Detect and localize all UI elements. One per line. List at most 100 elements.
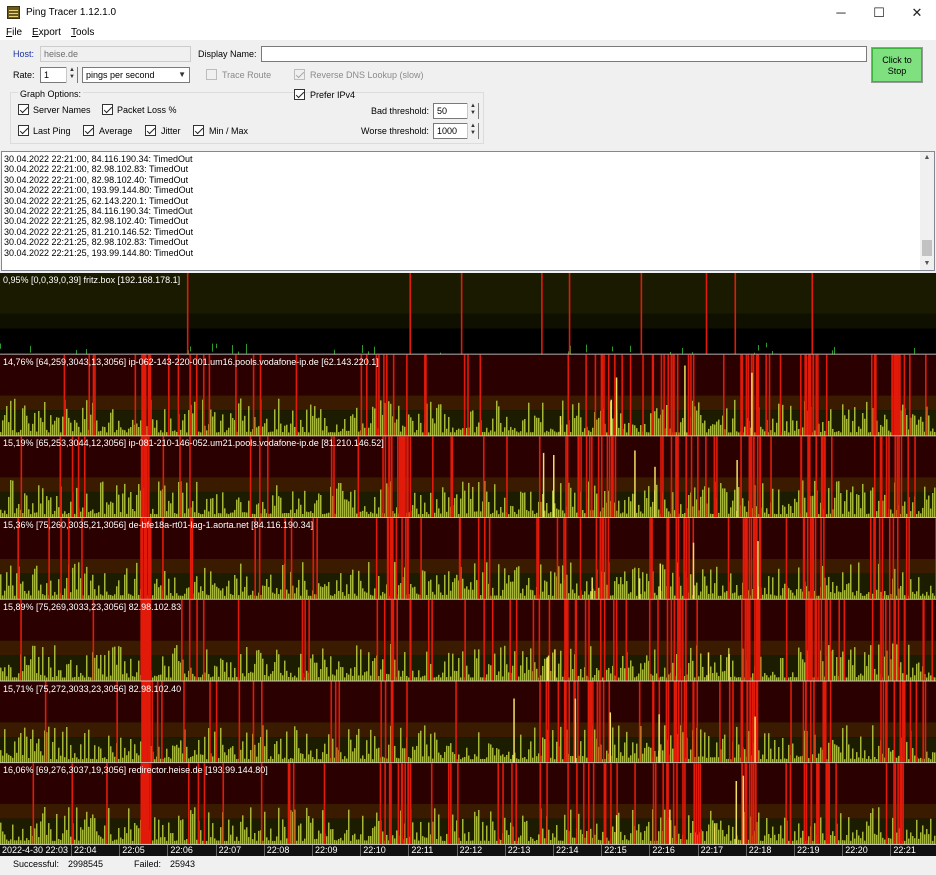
- spin-down-icon[interactable]: ▼: [67, 74, 77, 81]
- minimize-button[interactable]: ─: [822, 0, 860, 26]
- ping-bar: [526, 820, 528, 845]
- ping-bar: [914, 415, 916, 437]
- ping-bar: [890, 509, 892, 519]
- ping-bar: [368, 652, 370, 682]
- scroll-thumb[interactable]: [922, 240, 932, 256]
- timeout-bar: [749, 681, 751, 764]
- min-max-checkbox[interactable]: [193, 125, 204, 136]
- ping-bar: [134, 823, 136, 845]
- prefer-ipv4-checkbox[interactable]: [294, 89, 305, 100]
- spin-up-icon[interactable]: ▲: [468, 123, 478, 130]
- ping-bar: [914, 755, 916, 764]
- ping-bar: [362, 345, 363, 353]
- ping-bar: [280, 738, 282, 764]
- ping-bar: [388, 401, 390, 437]
- worse-threshold-spinner[interactable]: ▲ ▼: [467, 123, 478, 139]
- last-ping-checkbox[interactable]: [18, 125, 29, 136]
- reverse-dns-checkbox[interactable]: [294, 69, 305, 80]
- rate-unit-select[interactable]: pings per second ▼: [82, 67, 190, 83]
- spin-down-icon[interactable]: ▼: [468, 110, 478, 117]
- ping-bar: [50, 829, 52, 845]
- menu-tools[interactable]: Tools: [71, 27, 94, 38]
- ping-bar: [218, 588, 220, 600]
- ping-bar: [452, 752, 454, 764]
- ping-bar: [646, 573, 648, 600]
- ping-bar: [774, 834, 776, 845]
- server-names-checkbox[interactable]: [18, 104, 29, 115]
- timeout-bar: [92, 354, 95, 437]
- timeout-bar: [545, 681, 548, 764]
- ping-bar: [314, 662, 316, 682]
- timeout-bar: [898, 436, 900, 519]
- ping-bar: [448, 571, 450, 600]
- timeout-bar: [750, 436, 753, 519]
- timeout-bar: [238, 681, 241, 764]
- timeout-bar: [695, 763, 698, 845]
- spin-up-icon[interactable]: ▲: [67, 67, 77, 74]
- ping-bar: [834, 497, 836, 519]
- timeout-bar: [209, 681, 211, 764]
- spin-down-icon[interactable]: ▼: [468, 130, 478, 137]
- ping-bar: [504, 568, 506, 600]
- ping-bar: [230, 834, 232, 845]
- timeout-bar: [800, 354, 802, 437]
- ping-bar: [74, 753, 76, 764]
- graph-panel-label: 15,36% [75,260,3035,21,3056] de-bfe18a-r…: [3, 520, 314, 531]
- rate-spinner[interactable]: ▲ ▼: [66, 67, 77, 83]
- spin-up-icon[interactable]: ▲: [468, 103, 478, 110]
- ping-bar: [156, 578, 158, 600]
- scroll-up-icon[interactable]: ▲: [920, 152, 934, 164]
- ping-bar: [228, 427, 230, 437]
- ping-bar: [302, 562, 304, 600]
- display-name-input[interactable]: [261, 46, 867, 62]
- bad-threshold-spinner[interactable]: ▲ ▼: [467, 103, 478, 119]
- timeout-bar: [567, 599, 569, 682]
- ping-bar: [402, 425, 404, 437]
- ping-bar: [768, 733, 770, 764]
- ping-bar: [28, 509, 30, 519]
- host-input[interactable]: heise.de: [40, 46, 191, 62]
- menu-export[interactable]: Export: [32, 27, 61, 38]
- trace-route-checkbox[interactable]: [206, 69, 217, 80]
- ping-bar: [418, 733, 420, 764]
- average-checkbox[interactable]: [83, 125, 94, 136]
- log-scrollbar[interactable]: ▲ ▼: [920, 152, 934, 270]
- ping-bar: [862, 413, 864, 437]
- ping-bar: [512, 506, 514, 519]
- timeout-bar: [491, 599, 494, 682]
- ping-bar: [430, 663, 432, 682]
- jitter-checkbox[interactable]: [145, 125, 156, 136]
- timeout-bar: [751, 681, 754, 764]
- scroll-down-icon[interactable]: ▼: [920, 258, 934, 270]
- ping-bar: [36, 743, 38, 764]
- ping-bar: [152, 508, 154, 519]
- packet-loss-checkbox[interactable]: [102, 104, 113, 115]
- close-button[interactable]: ✕: [898, 0, 936, 26]
- maximize-button[interactable]: ☐: [860, 0, 898, 26]
- ping-bar: [926, 591, 928, 600]
- ping-bar: [576, 583, 578, 600]
- event-log[interactable]: 30.04.2022 22:21:00, 84.116.190.34: Time…: [1, 151, 935, 271]
- ping-bar: [500, 422, 502, 437]
- menu-file[interactable]: File: [6, 27, 22, 38]
- timeout-bar: [602, 681, 605, 764]
- ping-bar: [192, 673, 194, 682]
- ping-bar: [832, 649, 834, 682]
- ping-bar: [16, 573, 18, 600]
- ping-bar: [802, 830, 804, 845]
- timeout-bar: [894, 436, 897, 519]
- timeout-bar: [665, 681, 668, 764]
- ping-bar: [272, 495, 274, 519]
- ping-bar: [264, 423, 266, 437]
- timeout-bar: [455, 681, 457, 764]
- ping-bar: [916, 663, 918, 682]
- ping-bar: [544, 658, 546, 682]
- ping-bar: [340, 483, 342, 519]
- timeout-bar: [515, 599, 518, 682]
- stop-button[interactable]: Click to Stop: [871, 47, 923, 83]
- ping-bar: [182, 420, 184, 437]
- ping-bar: [158, 587, 160, 600]
- ping-bar: [164, 665, 166, 682]
- ping-bar: [478, 732, 480, 764]
- ping-bar: [498, 749, 500, 764]
